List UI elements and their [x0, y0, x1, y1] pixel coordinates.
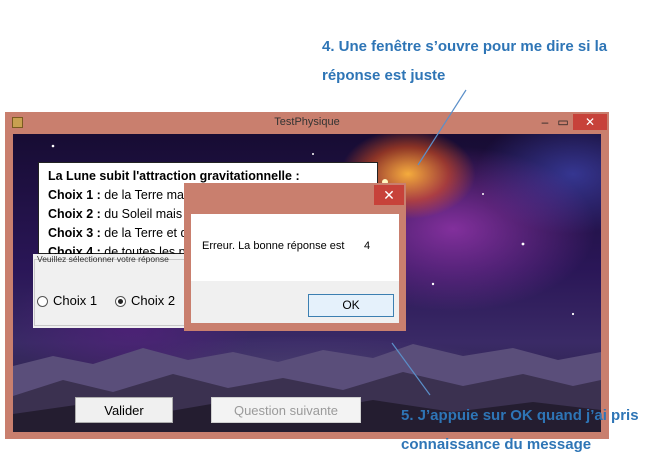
title-bar[interactable]: TestPhysique – ▭ ✕ [5, 112, 609, 134]
dialog-close-button[interactable]: ✕ [374, 185, 404, 205]
choice-3-text: de la Terre et du [100, 226, 195, 240]
radio-choice-2[interactable]: Choix 2 [115, 293, 175, 308]
annotation-step-4-line-1: 4. Une fenêtre s’ouvre pour me dire si l… [322, 38, 608, 55]
dialog-message-area: Erreur. La bonne réponse est 4 [191, 214, 399, 281]
dialog-answer-number: 4 [364, 240, 371, 252]
choice-2-label: Choix 2 : [48, 207, 101, 221]
dialog-message: Erreur. La bonne réponse est [202, 240, 345, 252]
choice-2-text: du Soleil mais p [100, 207, 193, 221]
annotation-step-4-line-2: réponse est juste [322, 67, 446, 84]
choice-1-label: Choix 1 : [48, 188, 101, 202]
annotation-step-5: 5. J’appuie sur OK quand j’ai pris conna… [401, 401, 662, 459]
close-button[interactable]: ✕ [573, 114, 607, 130]
choice-3-label: Choix 3 : [48, 226, 101, 240]
validate-button[interactable]: Valider [75, 397, 173, 423]
radio-checked-icon[interactable] [115, 296, 126, 308]
message-box: ✕ Erreur. La bonne réponse est 4 OK [184, 183, 406, 331]
window-title: TestPhysique [274, 116, 340, 128]
radio-choice-1[interactable]: Choix 1 [37, 293, 97, 308]
ok-button[interactable]: OK [308, 294, 394, 317]
radio-choice-1-label[interactable]: Choix 1 [53, 293, 97, 308]
minimize-button[interactable]: – [537, 114, 553, 130]
question-text: La Lune subit l'attraction gravitationne… [48, 169, 300, 183]
radio-circle-icon[interactable] [37, 296, 48, 308]
dialog-body: Erreur. La bonne réponse est 4 OK [191, 214, 399, 323]
maximize-button[interactable]: ▭ [555, 114, 571, 130]
annotation-step-4: 4. Une fenêtre s’ouvre pour me dire si l… [322, 32, 652, 90]
next-question-button[interactable]: Question suivante [211, 397, 361, 423]
radio-choice-2-label[interactable]: Choix 2 [131, 293, 175, 308]
groupbox-legend: Veuillez sélectionner votre réponse [37, 254, 169, 264]
annotation-step-5-line-1: 5. J’appuie sur OK quand j’ai pris [401, 407, 639, 424]
